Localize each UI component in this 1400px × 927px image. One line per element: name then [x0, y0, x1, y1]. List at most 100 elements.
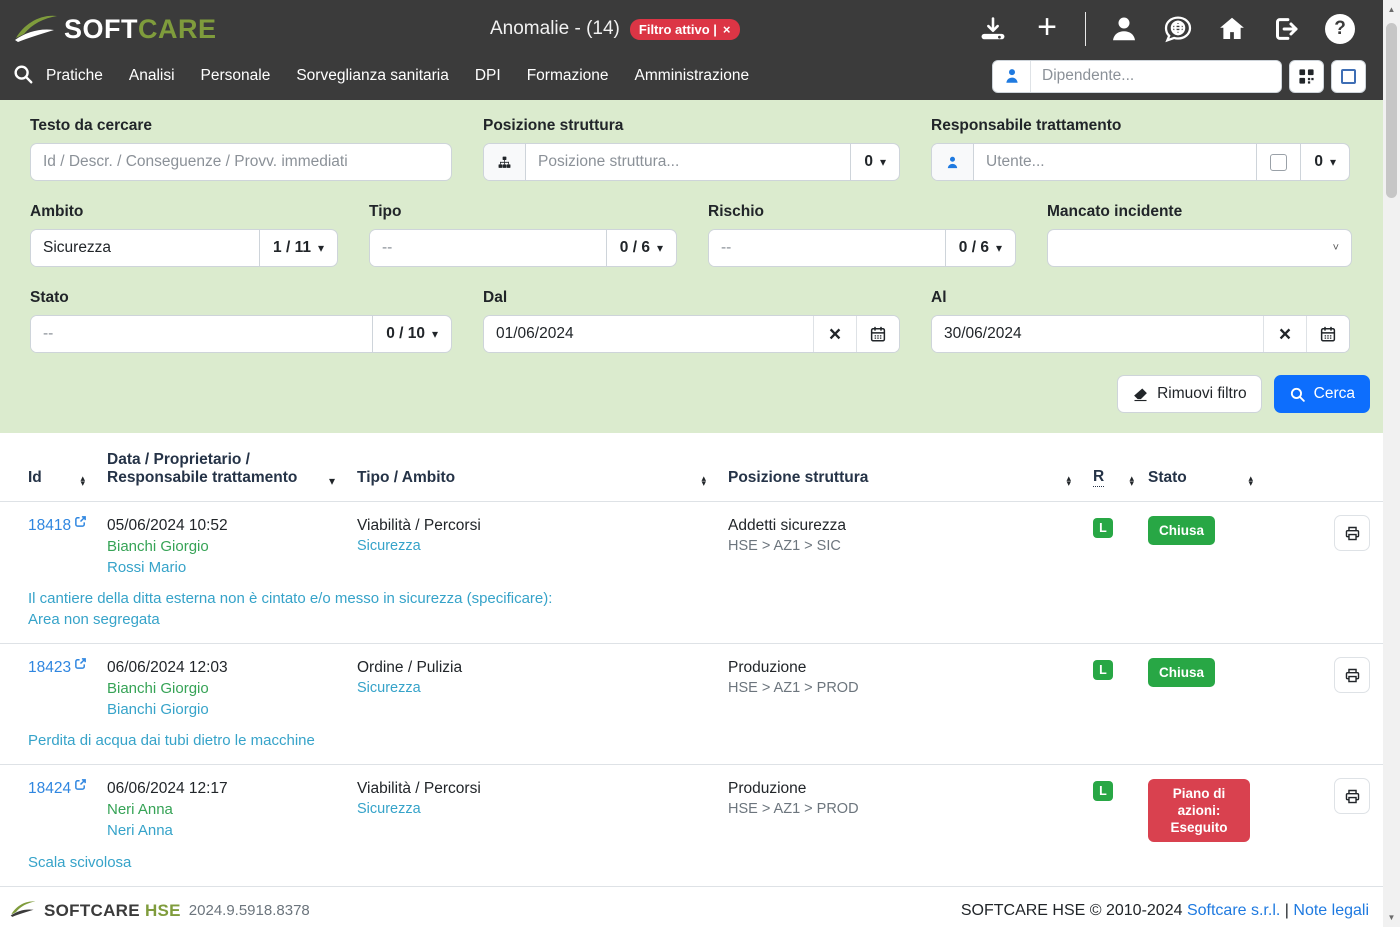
footer-company-link[interactable]: Softcare s.r.l.: [1187, 902, 1280, 919]
printer-icon: [1344, 788, 1361, 805]
tipo-count-dropdown[interactable]: 0 / 6▾: [606, 230, 676, 266]
responsabile-checkbox[interactable]: [1270, 154, 1287, 171]
al-clear-button[interactable]: ×: [1263, 316, 1306, 352]
risk-level-badge: L: [1093, 781, 1113, 801]
filter-badge-close-icon[interactable]: ×: [723, 22, 731, 37]
row-scope: Sicurezza: [357, 536, 728, 557]
app-logo[interactable]: SOFTCARE: [14, 10, 217, 49]
testo-input[interactable]: [31, 144, 451, 180]
anomaly-id-link[interactable]: 18423: [28, 657, 87, 678]
row-location: Produzione: [728, 778, 1093, 799]
row-type: Viabilità / Percorsi: [357, 778, 728, 799]
stato-count-dropdown[interactable]: 0 / 10▾: [372, 316, 451, 352]
stato-input[interactable]: [31, 316, 372, 352]
chevron-down-icon: ▾: [1330, 155, 1336, 169]
ambito-count-dropdown[interactable]: 1 / 11▾: [259, 230, 337, 266]
filter-mancato-incidente: Mancato incidente ˅: [1047, 203, 1352, 267]
status-badge: Chiusa: [1148, 658, 1215, 687]
square-icon: [1341, 69, 1356, 84]
print-button[interactable]: [1334, 778, 1370, 814]
filter-panel: Testo da cercare Posizione struttura 0▾ …: [0, 100, 1400, 433]
external-link-icon: [74, 515, 87, 528]
filter-stato: Stato 0 / 10▾: [30, 289, 452, 353]
nav-amministrazione[interactable]: Amministrazione: [635, 67, 750, 85]
nav-dpi[interactable]: DPI: [475, 67, 501, 85]
dal-calendar-button[interactable]: [856, 316, 899, 352]
header-tipo-ambito[interactable]: Tipo / Ambito▴▾: [357, 469, 728, 487]
mancato-select[interactable]: ˅: [1047, 229, 1352, 267]
header-id[interactable]: Id▴▾: [28, 469, 107, 487]
layout-toggle-button[interactable]: [1331, 60, 1366, 93]
user-blue-icon[interactable]: [932, 144, 974, 180]
page-title: Anomalie - (14): [490, 18, 620, 40]
al-calendar-button[interactable]: [1306, 316, 1349, 352]
header-stato[interactable]: Stato▴▾: [1148, 469, 1275, 487]
al-date-input[interactable]: [932, 316, 1263, 352]
row-responsible: Neri Anna: [107, 820, 357, 841]
print-button[interactable]: [1334, 515, 1370, 551]
brand-soft: SOFT: [64, 14, 138, 44]
responsabile-label: Responsabile trattamento: [931, 117, 1350, 135]
add-icon[interactable]: +: [1031, 13, 1063, 45]
stato-label: Stato: [30, 289, 452, 307]
scroll-up-icon[interactable]: ▲: [1388, 0, 1396, 19]
table-row: 18424 06/06/2024 12:17Neri AnnaNeri Anna…: [0, 765, 1400, 887]
scroll-down-icon[interactable]: ▼: [1388, 908, 1396, 927]
chat-globe-icon[interactable]: [1162, 13, 1194, 45]
dal-clear-button[interactable]: ×: [813, 316, 856, 352]
row-description: Scala scivolosa: [0, 842, 1400, 886]
row-type: Viabilità / Percorsi: [357, 515, 728, 536]
anomaly-id-link[interactable]: 18418: [28, 515, 87, 536]
filter-ambito: Ambito 1 / 11▾: [30, 203, 338, 267]
dal-date-input[interactable]: [484, 316, 813, 352]
sitemap-icon[interactable]: [484, 144, 526, 180]
search-submit-button[interactable]: Cerca: [1274, 375, 1370, 413]
rischio-count-dropdown[interactable]: 0 / 6▾: [945, 230, 1015, 266]
posizione-input[interactable]: [526, 144, 850, 180]
scrollbar-thumb[interactable]: [1386, 23, 1397, 198]
nav-personale[interactable]: Personale: [201, 67, 271, 85]
filter-al: Al ×: [931, 289, 1350, 353]
ambito-label: Ambito: [30, 203, 338, 221]
header-data-proprietario[interactable]: Data / Proprietario /Responsabile tratta…: [107, 451, 357, 487]
responsabile-count-dropdown[interactable]: 0▾: [1300, 144, 1349, 180]
row-description: Il cantiere della ditta esterna non è ci…: [0, 578, 1400, 643]
home-icon[interactable]: [1216, 13, 1248, 45]
nav-pratiche[interactable]: Pratiche: [46, 67, 103, 85]
footer-brand-hse: HSE: [145, 901, 181, 920]
header-r[interactable]: R▴▾: [1093, 468, 1148, 487]
external-link-icon: [74, 778, 87, 791]
row-owner: Neri Anna: [107, 799, 357, 820]
employee-search-input[interactable]: [1031, 61, 1281, 92]
footer-legal-link[interactable]: Note legali: [1293, 902, 1369, 919]
nav-formazione[interactable]: Formazione: [527, 67, 609, 85]
user-icon[interactable]: [1108, 13, 1140, 45]
logout-icon[interactable]: [1270, 13, 1302, 45]
download-icon[interactable]: [977, 13, 1009, 45]
posizione-count-dropdown[interactable]: 0▾: [850, 144, 899, 180]
close-icon: ×: [1279, 324, 1291, 345]
tipo-input[interactable]: [370, 230, 606, 266]
responsabile-input[interactable]: [974, 144, 1256, 180]
ambito-input[interactable]: [31, 230, 259, 266]
eraser-icon: [1132, 386, 1149, 403]
nav-analisi[interactable]: Analisi: [129, 67, 175, 85]
row-description: Perdita di acqua dai tubi dietro le macc…: [0, 720, 1400, 764]
chevron-down-icon: ▾: [996, 241, 1002, 255]
anomaly-id-link[interactable]: 18424: [28, 778, 87, 799]
apps-grid-button[interactable]: [1289, 60, 1324, 93]
row-location: Produzione: [728, 657, 1093, 678]
footer-version: 2024.9.5918.8378: [189, 902, 310, 919]
search-icon[interactable]: [12, 63, 34, 90]
nav-sorveglianza-sanitaria[interactable]: Sorveglianza sanitaria: [296, 67, 449, 85]
chevron-down-icon: ▾: [318, 241, 324, 255]
vertical-scrollbar[interactable]: ▲ ▼: [1383, 0, 1400, 927]
footer-copyright: SOFTCARE HSE © 2010-2024: [961, 902, 1183, 919]
menu-bar: Pratiche Analisi Personale Sorveglianza …: [0, 58, 1400, 100]
print-button[interactable]: [1334, 657, 1370, 693]
help-icon[interactable]: ?: [1324, 13, 1356, 45]
header-posizione-struttura[interactable]: Posizione struttura▴▾: [728, 469, 1093, 487]
rischio-label: Rischio: [708, 203, 1016, 221]
rischio-input[interactable]: [709, 230, 945, 266]
remove-filter-button[interactable]: Rimuovi filtro: [1117, 375, 1262, 413]
